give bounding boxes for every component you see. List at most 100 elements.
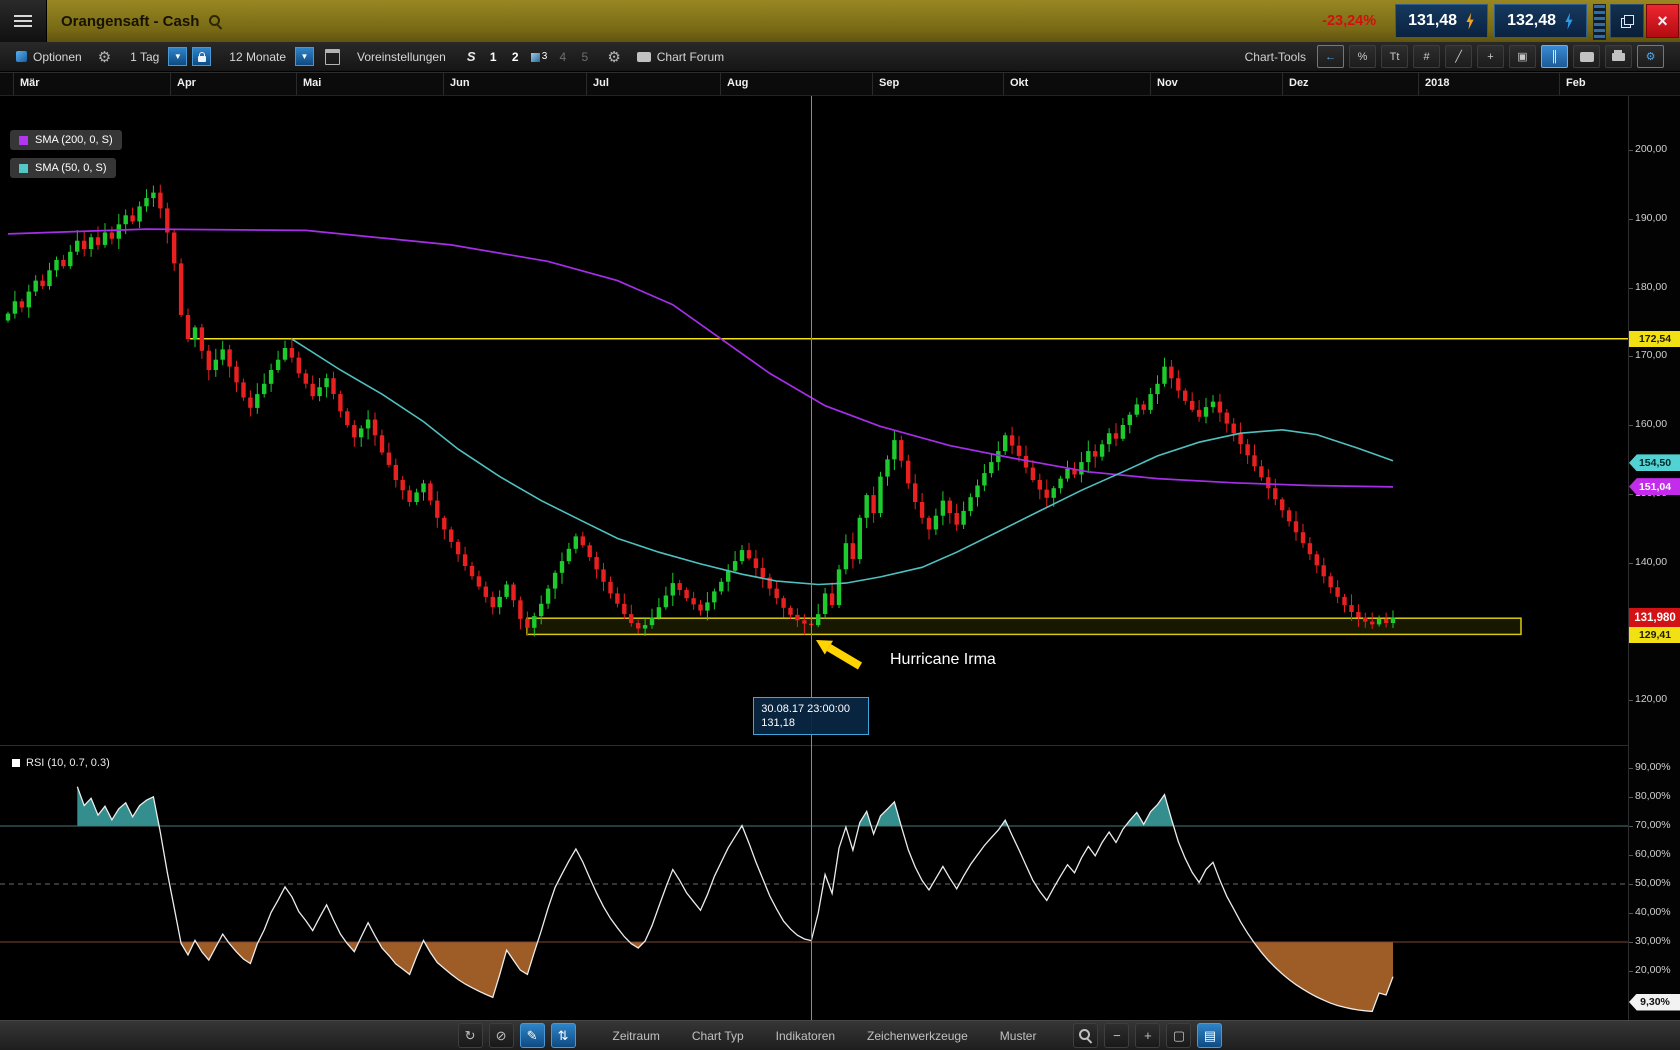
month-label-jun: Jun	[450, 77, 470, 89]
compare-icon[interactable]: ▣	[1509, 45, 1536, 68]
axis-tick-mark	[1629, 219, 1633, 220]
axis-tick-label: 60,00%	[1635, 848, 1671, 860]
rsi-swatch-icon	[12, 759, 20, 767]
month-tick	[296, 73, 297, 95]
time-axis[interactable]: MärAprMaiJunJulAugSepOktNovDez2018Feb	[0, 72, 1680, 96]
title-bar: Orangensaft - Cash -23,24% 131,48 132,48…	[0, 0, 1680, 42]
calendar-icon[interactable]	[325, 49, 340, 65]
chart-tools-buttons: ←%Tt#╱+▣║ ⚙	[1317, 45, 1664, 68]
axis-tick-label: 90,00%	[1635, 761, 1671, 773]
buy-price: 132,48	[1507, 12, 1556, 30]
keyboard-icon[interactable]: ▤	[1197, 1023, 1222, 1048]
disable-drawing-icon[interactable]: ⊘	[489, 1023, 514, 1048]
price-chart-canvas[interactable]	[0, 96, 1628, 746]
price-axis[interactable]: 200,00190,00180,00170,00160,00150,00140,…	[1628, 96, 1680, 746]
candlestick-type-icon[interactable]: ║	[1541, 45, 1568, 68]
optionen-button[interactable]: Optionen	[8, 47, 90, 67]
sma50-legend[interactable]: SMA (50, 0, S)	[10, 158, 116, 178]
chart-settings-icon[interactable]: ⚙	[1637, 45, 1664, 68]
chevron-down-icon[interactable]: ▼	[295, 47, 314, 66]
hamburger-menu-icon[interactable]	[0, 0, 47, 42]
preset-button-1[interactable]: 1	[484, 48, 503, 66]
month-tick	[443, 73, 444, 95]
search-icon[interactable]	[208, 0, 223, 42]
rsi-canvas[interactable]	[0, 746, 1628, 1020]
chevron-down-icon[interactable]: ▼	[168, 47, 187, 66]
month-tick	[1418, 73, 1419, 95]
preset-button-4[interactable]: 4	[553, 48, 572, 66]
chart-forum-button[interactable]: Chart Forum	[629, 47, 732, 67]
preset-buttons: S12345	[462, 47, 595, 66]
candlestick-chart	[0, 96, 1628, 746]
annotation-text: Hurricane Irma	[890, 651, 996, 669]
restore-window-button[interactable]	[1610, 4, 1644, 38]
axis-tick-label: 70,00%	[1635, 819, 1671, 831]
preset-button-s[interactable]: S	[462, 47, 481, 66]
preset-gear-icon[interactable]: ⚙	[602, 48, 625, 66]
zoom-in-icon[interactable]: +	[1135, 1023, 1160, 1048]
price-badge-131980: 131,980	[1629, 608, 1680, 628]
range-value: 12 Monate	[220, 47, 295, 67]
bottom-menu-zeitraum[interactable]: Zeitraum	[600, 1025, 673, 1047]
bottom-menu-zeichenwerkzeuge[interactable]: Zeichenwerkzeuge	[854, 1025, 981, 1047]
zoom-icon[interactable]	[1073, 1023, 1098, 1048]
axis-tick-label: 170,00	[1635, 349, 1667, 361]
pan-vertical-icon[interactable]: ⇅	[551, 1023, 576, 1048]
close-button[interactable]: ×	[1646, 4, 1679, 38]
month-label-okt: Okt	[1010, 77, 1028, 89]
font-size-icon[interactable]: Tt	[1381, 45, 1408, 68]
preset-button-2[interactable]: 2	[506, 48, 525, 66]
range-dropdown[interactable]: 12 Monate ▼	[220, 47, 314, 67]
zoom-icon	[1078, 1028, 1093, 1043]
comment-icon	[1580, 52, 1594, 62]
month-label-mär: Mär	[20, 77, 40, 89]
axis-tick-mark	[1629, 884, 1633, 885]
month-label-2018: 2018	[1425, 77, 1449, 89]
trading-app-window: Orangensaft - Cash -23,24% 131,48 132,48…	[0, 0, 1680, 1050]
comment-icon[interactable]	[1573, 45, 1600, 68]
tooltip-datetime: 30.08.17 23:00:00	[761, 702, 861, 716]
month-label-dez: Dez	[1289, 77, 1309, 89]
sma50-legend-label: SMA (50, 0, S)	[35, 162, 107, 174]
percent-scale-icon[interactable]: %	[1349, 45, 1376, 68]
crosshair-icon[interactable]: +	[1477, 45, 1504, 68]
restore-icon	[1621, 15, 1634, 28]
trendline-icon[interactable]: ╱	[1445, 45, 1472, 68]
axis-tick-label: 180,00	[1635, 281, 1667, 293]
preset-button-5[interactable]: 5	[575, 48, 594, 66]
sell-price: 131,48	[1408, 12, 1457, 30]
timeframe-dropdown[interactable]: 1 Tag ▼	[121, 47, 187, 67]
fit-chart-icon[interactable]: ▢	[1166, 1023, 1191, 1048]
axis-tick-label: 190,00	[1635, 212, 1667, 224]
bottom-menu-indikatoren[interactable]: Indikatoren	[763, 1025, 848, 1047]
bottom-menu-chart-typ[interactable]: Chart Typ	[679, 1025, 757, 1047]
rsi-legend[interactable]: RSI (10, 0.7, 0.3)	[12, 757, 110, 769]
month-tick	[872, 73, 873, 95]
buy-price-button[interactable]: 132,48	[1494, 4, 1587, 38]
zoom-out-icon[interactable]: −	[1104, 1023, 1129, 1048]
axis-tick-mark	[1629, 942, 1633, 943]
sma200-legend[interactable]: SMA (200, 0, S)	[10, 130, 122, 150]
rsi-axis[interactable]: 90,00%80,00%70,00%60,00%50,00%40,00%30,0…	[1628, 746, 1680, 1020]
sell-price-button[interactable]: 131,48	[1395, 4, 1488, 38]
print-icon[interactable]	[1605, 45, 1632, 68]
price-badge-15104: 151,04	[1629, 478, 1680, 495]
undo-icon[interactable]: ←	[1317, 45, 1344, 68]
month-tick	[170, 73, 171, 95]
voreinstellungen-button[interactable]: Voreinstellungen	[349, 47, 454, 67]
grid-icon[interactable]: #	[1413, 45, 1440, 68]
reset-chart-icon[interactable]: ↻	[458, 1023, 483, 1048]
lock-timeframe-button[interactable]	[192, 47, 211, 66]
preset-button-3[interactable]: 3	[528, 49, 551, 64]
mini-scrollbar[interactable]	[1593, 4, 1606, 40]
axis-tick-label: 20,00%	[1635, 964, 1671, 976]
rsi-indicator-chart	[0, 746, 1628, 1020]
month-tick	[586, 73, 587, 95]
axis-tick-mark	[1629, 288, 1633, 289]
axis-tick-mark	[1629, 913, 1633, 914]
bottom-menu-muster[interactable]: Muster	[987, 1025, 1050, 1047]
options-gear-icon[interactable]: ⚙	[93, 48, 116, 66]
price-badge-12941: 129,41	[1629, 627, 1680, 643]
draw-pencil-icon[interactable]: ✎	[520, 1023, 545, 1048]
axis-tick-label: 160,00	[1635, 418, 1667, 430]
